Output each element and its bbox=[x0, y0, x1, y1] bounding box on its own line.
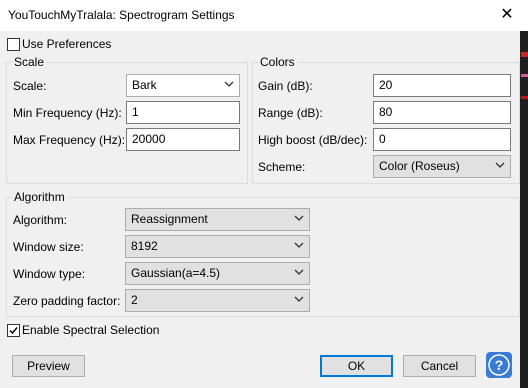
use-preferences-checkbox[interactable] bbox=[7, 38, 20, 51]
scale-dropdown[interactable]: Bark bbox=[126, 74, 240, 97]
background-window-strip bbox=[520, 31, 528, 388]
chevron-down-icon bbox=[294, 215, 304, 221]
high-boost-input[interactable]: 0 bbox=[373, 128, 511, 151]
window-title: YouTouchMyTralala: Spectrogram Settings bbox=[8, 8, 235, 22]
chevron-down-icon bbox=[495, 162, 505, 168]
check-icon bbox=[9, 327, 18, 335]
scheme-dropdown-value: Color (Roseus) bbox=[379, 159, 460, 173]
scale-dropdown-value: Bark bbox=[132, 78, 157, 92]
high-boost-label: High boost (dB/dec): bbox=[258, 133, 368, 147]
max-frequency-input[interactable]: 20000 bbox=[126, 128, 240, 151]
chevron-down-icon bbox=[294, 296, 304, 302]
background-strip-mark bbox=[521, 96, 528, 99]
zero-padding-dropdown[interactable]: 2 bbox=[125, 289, 310, 312]
range-input[interactable]: 80 bbox=[373, 101, 511, 124]
window-type-dropdown-value: Gaussian(a=4.5) bbox=[131, 266, 221, 280]
window-type-dropdown[interactable]: Gaussian(a=4.5) bbox=[125, 262, 310, 285]
min-frequency-label: Min Frequency (Hz): bbox=[13, 106, 122, 120]
scheme-dropdown[interactable]: Color (Roseus) bbox=[373, 155, 511, 178]
algorithm-dropdown-value: Reassignment bbox=[131, 212, 208, 226]
help-icon: ? bbox=[488, 354, 510, 376]
window-size-dropdown-value: 8192 bbox=[131, 239, 158, 253]
cancel-button[interactable]: Cancel bbox=[403, 355, 476, 377]
algorithm-dropdown[interactable]: Reassignment bbox=[125, 208, 310, 231]
preview-button[interactable]: Preview bbox=[12, 355, 85, 377]
zero-padding-dropdown-value: 2 bbox=[131, 293, 138, 307]
window-size-dropdown[interactable]: 8192 bbox=[125, 235, 310, 258]
algorithm-group-legend: Algorithm bbox=[12, 190, 67, 204]
range-label: Range (dB): bbox=[258, 106, 323, 120]
chevron-down-icon bbox=[294, 269, 304, 275]
window-type-label: Window type: bbox=[13, 267, 86, 281]
spectral-selection-label: Enable Spectral Selection bbox=[22, 323, 160, 337]
ok-button[interactable]: OK bbox=[320, 355, 393, 377]
spectral-selection-checkbox[interactable] bbox=[7, 324, 20, 337]
scale-group-legend: Scale bbox=[12, 55, 47, 69]
max-frequency-label: Max Frequency (Hz): bbox=[13, 133, 126, 147]
zero-padding-label: Zero padding factor: bbox=[13, 294, 121, 308]
background-strip-mark bbox=[521, 52, 528, 57]
min-frequency-input[interactable]: 1 bbox=[126, 101, 240, 124]
help-glyph: ? bbox=[495, 357, 504, 373]
chevron-down-icon bbox=[224, 81, 234, 87]
algorithm-label: Algorithm: bbox=[13, 213, 68, 227]
close-icon[interactable]: ✕ bbox=[496, 4, 518, 26]
use-preferences-label: Use Preferences bbox=[22, 37, 112, 51]
gain-label: Gain (dB): bbox=[258, 79, 313, 93]
chevron-down-icon bbox=[294, 242, 304, 248]
colors-group-legend: Colors bbox=[258, 55, 297, 69]
window-size-label: Window size: bbox=[13, 240, 84, 254]
scheme-label: Scheme: bbox=[258, 160, 306, 174]
scale-label: Scale: bbox=[13, 79, 47, 93]
gain-input[interactable]: 20 bbox=[373, 74, 511, 97]
background-strip-mark bbox=[521, 74, 528, 77]
help-button[interactable]: ? bbox=[486, 352, 512, 378]
